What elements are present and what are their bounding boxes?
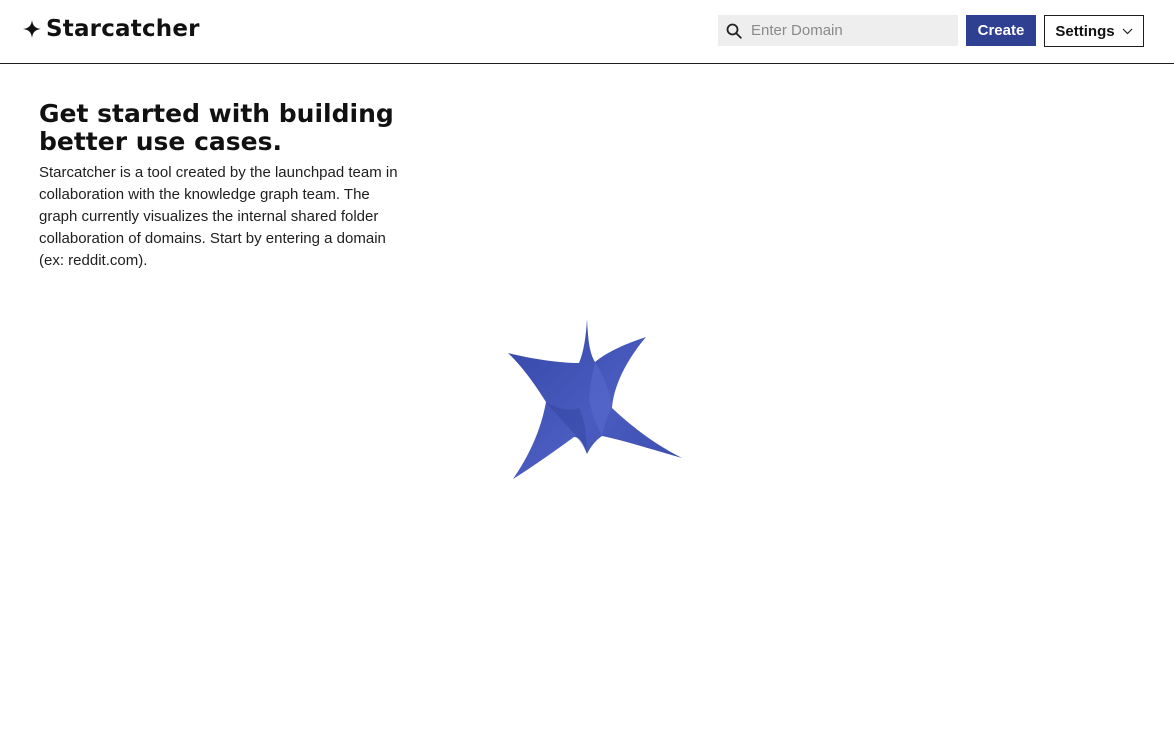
- settings-label: Settings: [1055, 22, 1115, 40]
- domain-search[interactable]: [718, 15, 958, 46]
- four-point-star-icon: [23, 20, 41, 38]
- top-header: Starcatcher Create Settings: [0, 0, 1174, 64]
- chevron-down-icon: [1122, 28, 1133, 34]
- starcatcher-app: Starcatcher Create Settings Get started …: [0, 0, 1174, 732]
- intro-title: Get started with building better use cas…: [39, 99, 394, 156]
- intro-section: Get started with building better use cas…: [39, 100, 409, 272]
- star-graph-loader-icon: [508, 319, 682, 479]
- domain-search-input[interactable]: [751, 16, 951, 45]
- brand-logo[interactable]: Starcatcher: [23, 14, 200, 44]
- search-icon: [726, 23, 742, 39]
- settings-dropdown-button[interactable]: Settings: [1044, 15, 1144, 47]
- brand-name: Starcatcher: [46, 16, 200, 42]
- intro-description: Starcatcher is a tool created by the lau…: [39, 164, 398, 269]
- create-button[interactable]: Create: [966, 15, 1036, 46]
